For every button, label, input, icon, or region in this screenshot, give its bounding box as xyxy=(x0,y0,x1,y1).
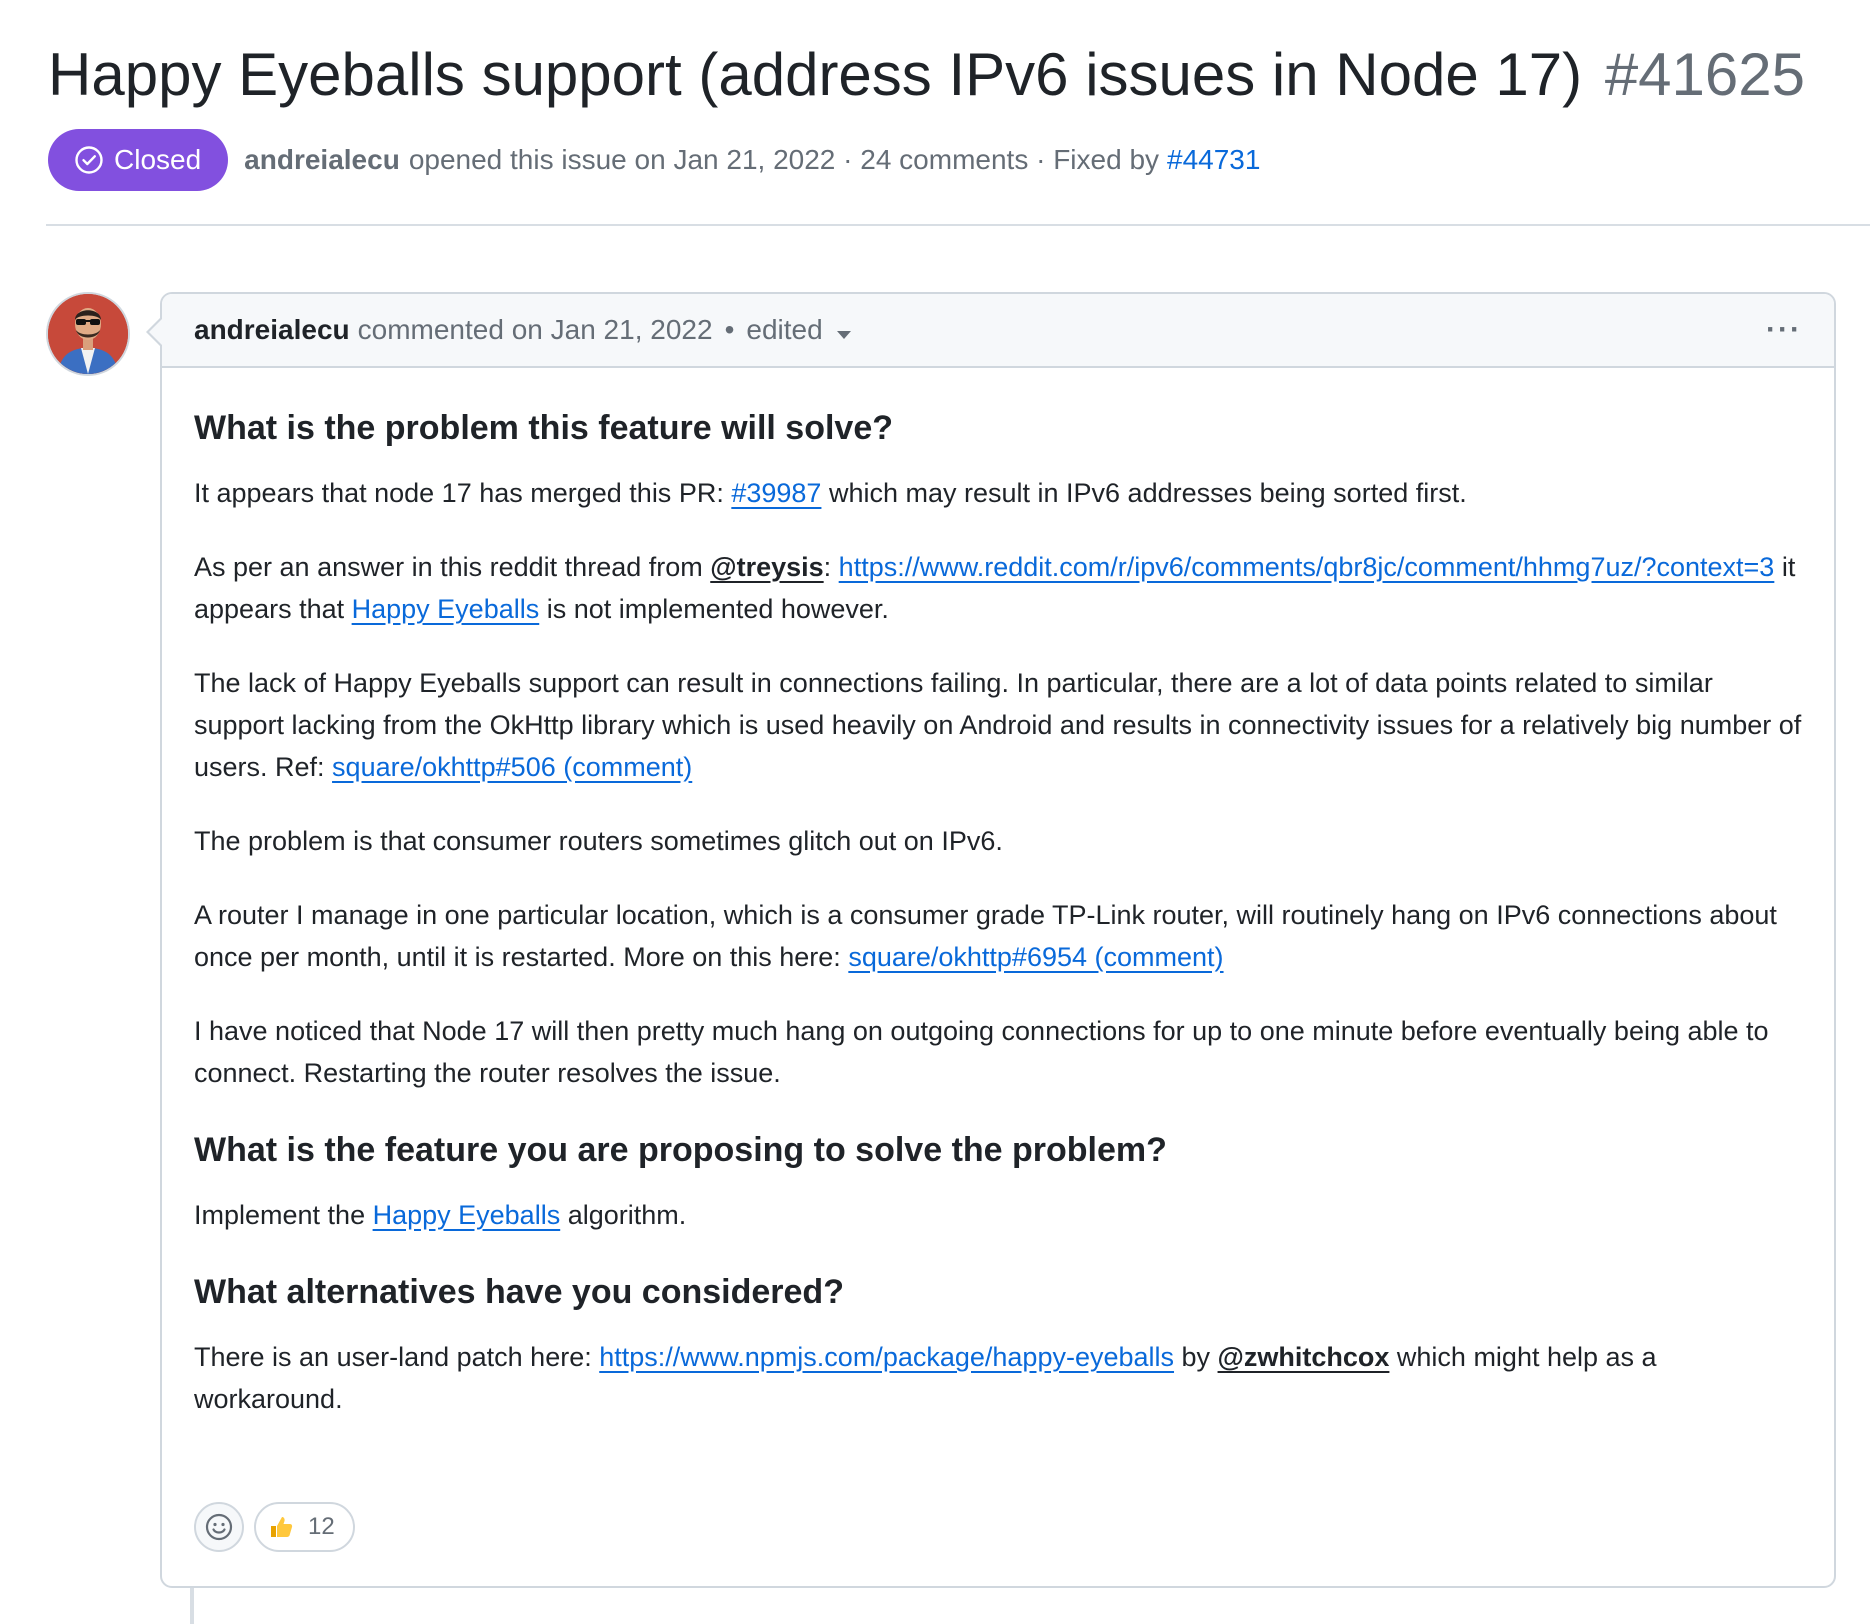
npm-package-link[interactable]: https://www.npmjs.com/package/happy-eyeb… xyxy=(599,1342,1174,1372)
paragraph-text: algorithm. xyxy=(560,1200,687,1230)
issue-header: Happy Eyeballs support (address IPv6 iss… xyxy=(48,30,1870,192)
paragraph-text: by xyxy=(1174,1342,1218,1372)
comment-separator: • xyxy=(724,314,735,345)
paragraph-reddit: As per an answer in this reddit thread f… xyxy=(194,546,1802,630)
comment-author-link[interactable]: andreialecu xyxy=(194,314,350,346)
happy-eyeballs-link-2[interactable]: Happy Eyeballs xyxy=(373,1200,561,1230)
paragraph-text: Implement the xyxy=(194,1200,373,1230)
paragraph-text: : xyxy=(823,552,839,582)
issue-number: #41625 xyxy=(1604,41,1806,108)
avatar-image xyxy=(48,294,128,374)
paragraph-text: There is an user-land patch here: xyxy=(194,1342,600,1372)
kebab-menu-icon[interactable]: ··· xyxy=(1766,313,1802,347)
comment-header: andreialecu commented on Jan 21, 2022 • … xyxy=(162,294,1834,368)
okhttp-506-link[interactable]: square/okhttp#506 (comment) xyxy=(332,752,692,782)
paragraph-implement: Implement the Happy Eyeballs algorithm. xyxy=(194,1194,1802,1236)
paragraph-text: It appears that node 17 has merged this … xyxy=(194,478,732,508)
thumbs-up-icon xyxy=(271,1517,293,1537)
check-circle-icon xyxy=(75,146,103,174)
chevron-down-icon xyxy=(836,331,851,339)
heading-feature: What is the feature you are proposing to… xyxy=(194,1131,1167,1169)
issue-title-text: Happy Eyeballs support (address IPv6 iss… xyxy=(48,41,1583,108)
smiley-icon xyxy=(205,1513,233,1541)
paragraph-text: is not implemented however. xyxy=(539,594,889,624)
thumbs-up-reaction-button[interactable]: 12 xyxy=(254,1502,355,1552)
comment-arrow-fill xyxy=(149,318,163,346)
reddit-link[interactable]: https://www.reddit.com/r/ipv6/comments/q… xyxy=(839,552,1775,582)
issue-comment: andreialecu commented on Jan 21, 2022 • … xyxy=(146,292,1836,1588)
okhttp-6954-link[interactable]: square/okhttp#6954 (comment) xyxy=(848,942,1223,972)
mention-treysis[interactable]: @treysis xyxy=(710,552,823,582)
issue-state-label: Closed xyxy=(114,144,202,175)
heading-problem: What is the problem this feature will so… xyxy=(194,409,894,447)
paragraph-node-hang: I have noticed that Node 17 will then pr… xyxy=(194,1016,1769,1088)
comment-date-text[interactable]: commented on Jan 21, 2022 xyxy=(358,314,713,346)
header-divider xyxy=(46,224,1870,226)
pr-link[interactable]: #39987 xyxy=(731,478,821,508)
paragraph-okhttp: The lack of Happy Eyeballs support can r… xyxy=(194,662,1802,788)
fixed-by-link[interactable]: #44731 xyxy=(1167,144,1260,176)
issue-title: Happy Eyeballs support (address IPv6 iss… xyxy=(48,30,1870,120)
reactions-bar: 12 xyxy=(194,1502,355,1552)
add-reaction-button[interactable] xyxy=(194,1502,244,1552)
happy-eyeballs-link[interactable]: Happy Eyeballs xyxy=(352,594,540,624)
issue-state-badge: Closed xyxy=(48,129,229,191)
paragraph-routers: The problem is that consumer routers som… xyxy=(194,826,1003,856)
paragraph-pr: It appears that node 17 has merged this … xyxy=(194,472,1802,514)
paragraph-router-hang: A router I manage in one particular loca… xyxy=(194,894,1802,978)
paragraph-text: As per an answer in this reddit thread f… xyxy=(194,552,711,582)
comment-body: What is the problem this feature will so… xyxy=(162,368,1834,1420)
issue-opened-text: opened this issue on Jan 21, 2022 · 24 c… xyxy=(408,144,1160,175)
thumbs-up-count: 12 xyxy=(308,1513,335,1540)
edited-dropdown[interactable]: edited xyxy=(746,314,851,346)
avatar[interactable] xyxy=(46,292,130,376)
edited-label: edited xyxy=(746,314,823,345)
timeline-line xyxy=(190,1588,194,1624)
paragraph-patch: There is an user-land patch here: https:… xyxy=(194,1336,1802,1420)
paragraph-text: which may result in IPv6 addresses being… xyxy=(821,478,1467,508)
issue-meta: Closed andreialecu opened this issue on … xyxy=(48,128,1870,192)
mention-zwhitchcox[interactable]: @zwhitchcox xyxy=(1218,1342,1390,1372)
heading-alternatives: What alternatives have you considered? xyxy=(194,1273,844,1311)
issue-author-link[interactable]: andreialecu xyxy=(244,144,400,176)
